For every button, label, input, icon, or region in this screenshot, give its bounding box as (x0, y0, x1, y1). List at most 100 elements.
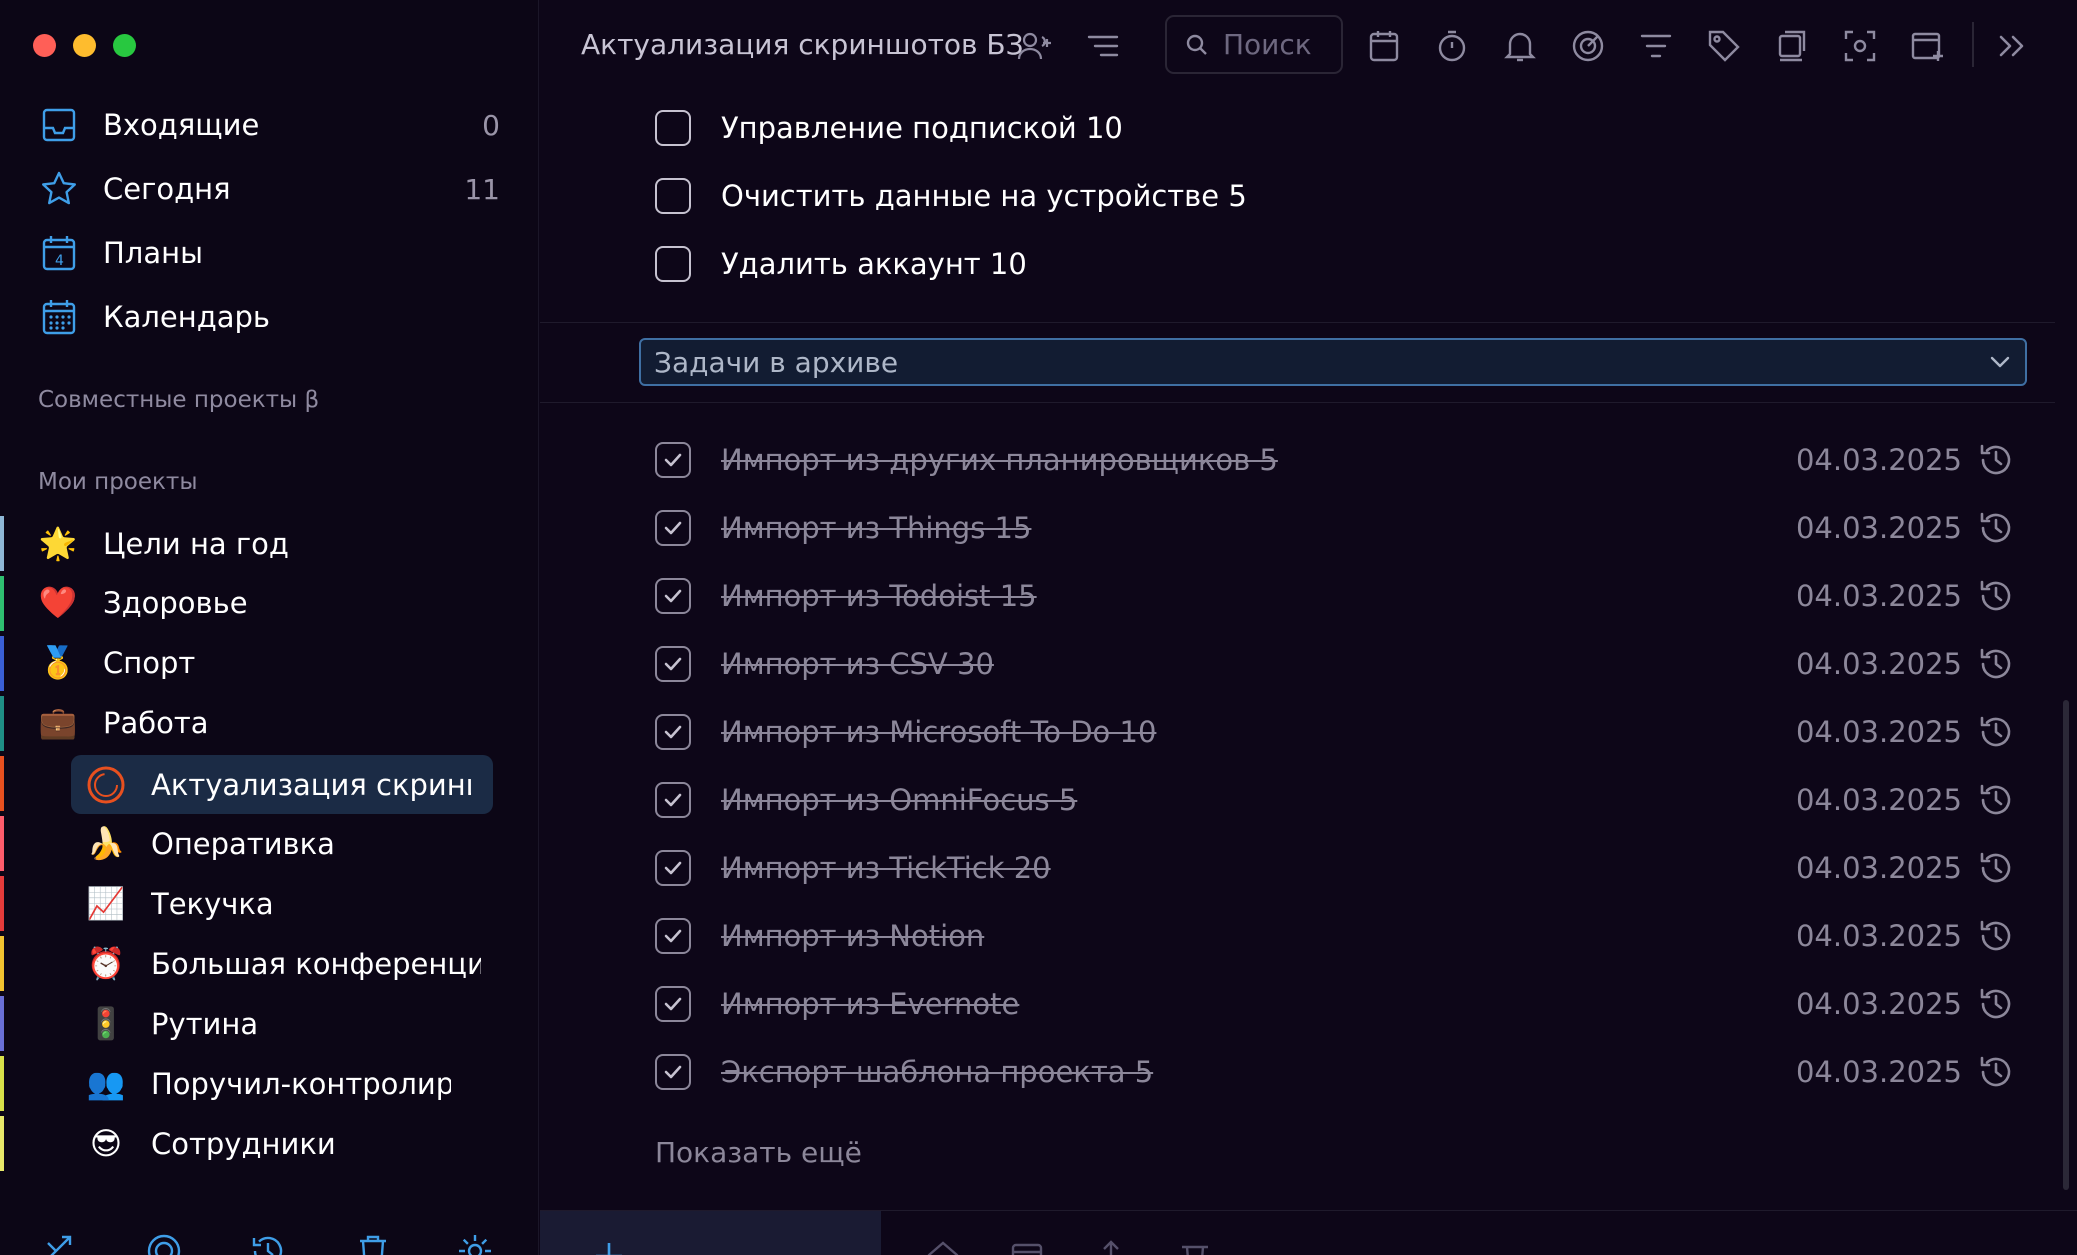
restore-history-icon[interactable] (1977, 849, 2015, 887)
add-task-tab[interactable] (540, 1211, 881, 1255)
checkmark-icon (664, 521, 682, 535)
sidebar: Входящие 0 Сегодня 11 4 Планы Календарь … (0, 0, 539, 1255)
trash-icon[interactable] (355, 1233, 391, 1255)
task-checkbox[interactable] (655, 110, 691, 146)
task-checkbox-checked[interactable] (655, 782, 691, 818)
tag-icon[interactable] (1705, 27, 1743, 65)
task-row[interactable]: Управление подпиской 10 (655, 103, 2015, 153)
project-sport[interactable]: 🥇 Спорт (38, 635, 508, 691)
subproject-tekuchka[interactable]: 📈 Текучка (86, 876, 494, 932)
archived-task-row[interactable]: Импорт из Microsoft To Do 10 04.03.2025 (655, 707, 2015, 757)
timer-icon[interactable] (1433, 27, 1471, 65)
search-field[interactable]: Поиск (1165, 15, 1343, 74)
nav-label: Сегодня (103, 172, 231, 206)
focus-icon[interactable] (1569, 27, 1607, 65)
nav-item-inbox[interactable]: Входящие 0 (40, 100, 500, 150)
calendar-icon[interactable] (1365, 27, 1403, 65)
task-checkbox-checked[interactable] (655, 510, 691, 546)
minimize-window-button[interactable] (73, 34, 96, 57)
archived-task-row[interactable]: Экспорт шаблона проекта 5 04.03.2025 (655, 1047, 2015, 1097)
screenshot-icon[interactable] (1841, 27, 1879, 65)
calendar-icon[interactable] (1010, 1239, 1044, 1255)
scrollbar[interactable] (2063, 700, 2069, 1190)
double-chevron-right-icon[interactable] (1993, 27, 2031, 65)
nav-label: Планы (103, 236, 203, 270)
nav-item-today[interactable]: Сегодня 11 (40, 164, 500, 214)
close-window-button[interactable] (33, 34, 56, 57)
task-checkbox-checked[interactable] (655, 986, 691, 1022)
task-checkbox-checked[interactable] (655, 1054, 691, 1090)
task-checkbox-checked[interactable] (655, 714, 691, 750)
archived-task-row[interactable]: Импорт из Notion 04.03.2025 (655, 911, 2015, 961)
archived-task-row[interactable]: Импорт из TickTick 20 04.03.2025 (655, 843, 2015, 893)
checkmark-icon (664, 929, 682, 943)
restore-history-icon[interactable] (1977, 781, 2015, 819)
restore-history-icon[interactable] (1977, 985, 2015, 1023)
restore-history-icon[interactable] (1977, 917, 2015, 955)
sort-icon[interactable] (1084, 27, 1122, 65)
task-title: Импорт из Notion (721, 919, 985, 953)
archive-dropdown[interactable]: Задачи в архиве (639, 338, 2027, 386)
task-checkbox-checked[interactable] (655, 578, 691, 614)
project-goals[interactable]: 🌟 Цели на год (38, 516, 508, 572)
banana-emoji-icon: 🍌 (86, 826, 126, 862)
project-health[interactable]: ❤️ Здоровье (38, 575, 508, 631)
calendar-grid-icon (40, 298, 78, 336)
subproject-delegated[interactable]: 👥 Поручил-контролирую (86, 1056, 494, 1112)
restore-history-icon[interactable] (1977, 1053, 2015, 1091)
project-label: Оперативка (151, 827, 335, 861)
show-more-link[interactable]: Показать ещё (655, 1136, 862, 1169)
task-title: Импорт из других планировщиков 5 (721, 443, 1278, 477)
archived-task-row[interactable]: Импорт из Todoist 15 04.03.2025 (655, 571, 2015, 621)
archived-task-row[interactable]: Импорт из Things 15 04.03.2025 (655, 503, 2015, 553)
shared-projects-title[interactable]: Совместные проекты β (38, 387, 319, 413)
restore-history-icon[interactable] (1977, 441, 2015, 479)
restore-history-icon[interactable] (1977, 509, 2015, 547)
target-icon[interactable] (146, 1233, 182, 1255)
move-icon[interactable] (1094, 1239, 1128, 1255)
archived-task-row[interactable]: Импорт из CSV 30 04.03.2025 (655, 639, 2015, 689)
task-row[interactable]: Очистить данные на устройстве 5 (655, 171, 2015, 221)
my-projects-title[interactable]: Мои проекты (38, 469, 197, 495)
task-checkbox[interactable] (655, 178, 691, 214)
archived-task-row[interactable]: Импорт из Evernote 04.03.2025 (655, 979, 2015, 1029)
project-work[interactable]: 💼 Работа (38, 695, 508, 751)
project-title[interactable]: Актуализация скриншотов БЗ (581, 28, 1024, 61)
home-icon[interactable] (926, 1239, 960, 1255)
nav-item-calendar[interactable]: Календарь (40, 292, 500, 342)
project-label: Сотрудники (151, 1127, 336, 1161)
subproject-operativka[interactable]: 🍌 Оперативка (86, 816, 494, 872)
board-view-icon[interactable] (1773, 27, 1811, 65)
task-checkbox[interactable] (655, 246, 691, 282)
gear-icon[interactable] (457, 1233, 493, 1255)
zoom-window-button[interactable] (113, 34, 136, 57)
nav-item-plans[interactable]: 4 Планы (40, 228, 500, 278)
task-checkbox-checked[interactable] (655, 850, 691, 886)
subproject-conference[interactable]: ⏰ Большая конференция по (86, 936, 494, 992)
archived-task-row[interactable]: Импорт из OmniFocus 5 04.03.2025 (655, 775, 2015, 825)
filter-icon[interactable] (1637, 27, 1675, 65)
trash-icon[interactable] (1178, 1239, 1212, 1255)
subproject-screenshots-active[interactable]: Актуализация скриншотов БЗ (71, 755, 493, 814)
project-color-bar (0, 876, 4, 931)
add-member-icon[interactable] (1016, 27, 1054, 65)
subproject-routine[interactable]: 🚦 Рутина (86, 996, 494, 1052)
add-section-icon[interactable] (1909, 27, 1947, 65)
task-title: Импорт из TickTick 20 (721, 851, 1051, 885)
subproject-staff[interactable]: 😎 Сотрудники (86, 1116, 494, 1172)
task-checkbox-checked[interactable] (655, 646, 691, 682)
restore-history-icon[interactable] (1977, 645, 2015, 683)
bell-icon[interactable] (1501, 27, 1539, 65)
archived-date: 04.03.2025 (1795, 647, 1962, 681)
briefcase-emoji-icon: 💼 (38, 705, 78, 741)
restore-history-icon[interactable] (1977, 577, 2015, 615)
history-icon[interactable] (250, 1233, 286, 1255)
archived-task-row[interactable]: Импорт из других планировщиков 5 04.03.20… (655, 435, 2015, 485)
project-label: Большая конференция по (151, 947, 481, 981)
task-row[interactable]: Удалить аккаунт 10 (655, 239, 2015, 289)
task-checkbox-checked[interactable] (655, 442, 691, 478)
task-checkbox-checked[interactable] (655, 918, 691, 954)
archived-date: 04.03.2025 (1795, 511, 1962, 545)
restore-history-icon[interactable] (1977, 713, 2015, 751)
shuffle-icon[interactable] (44, 1233, 80, 1255)
